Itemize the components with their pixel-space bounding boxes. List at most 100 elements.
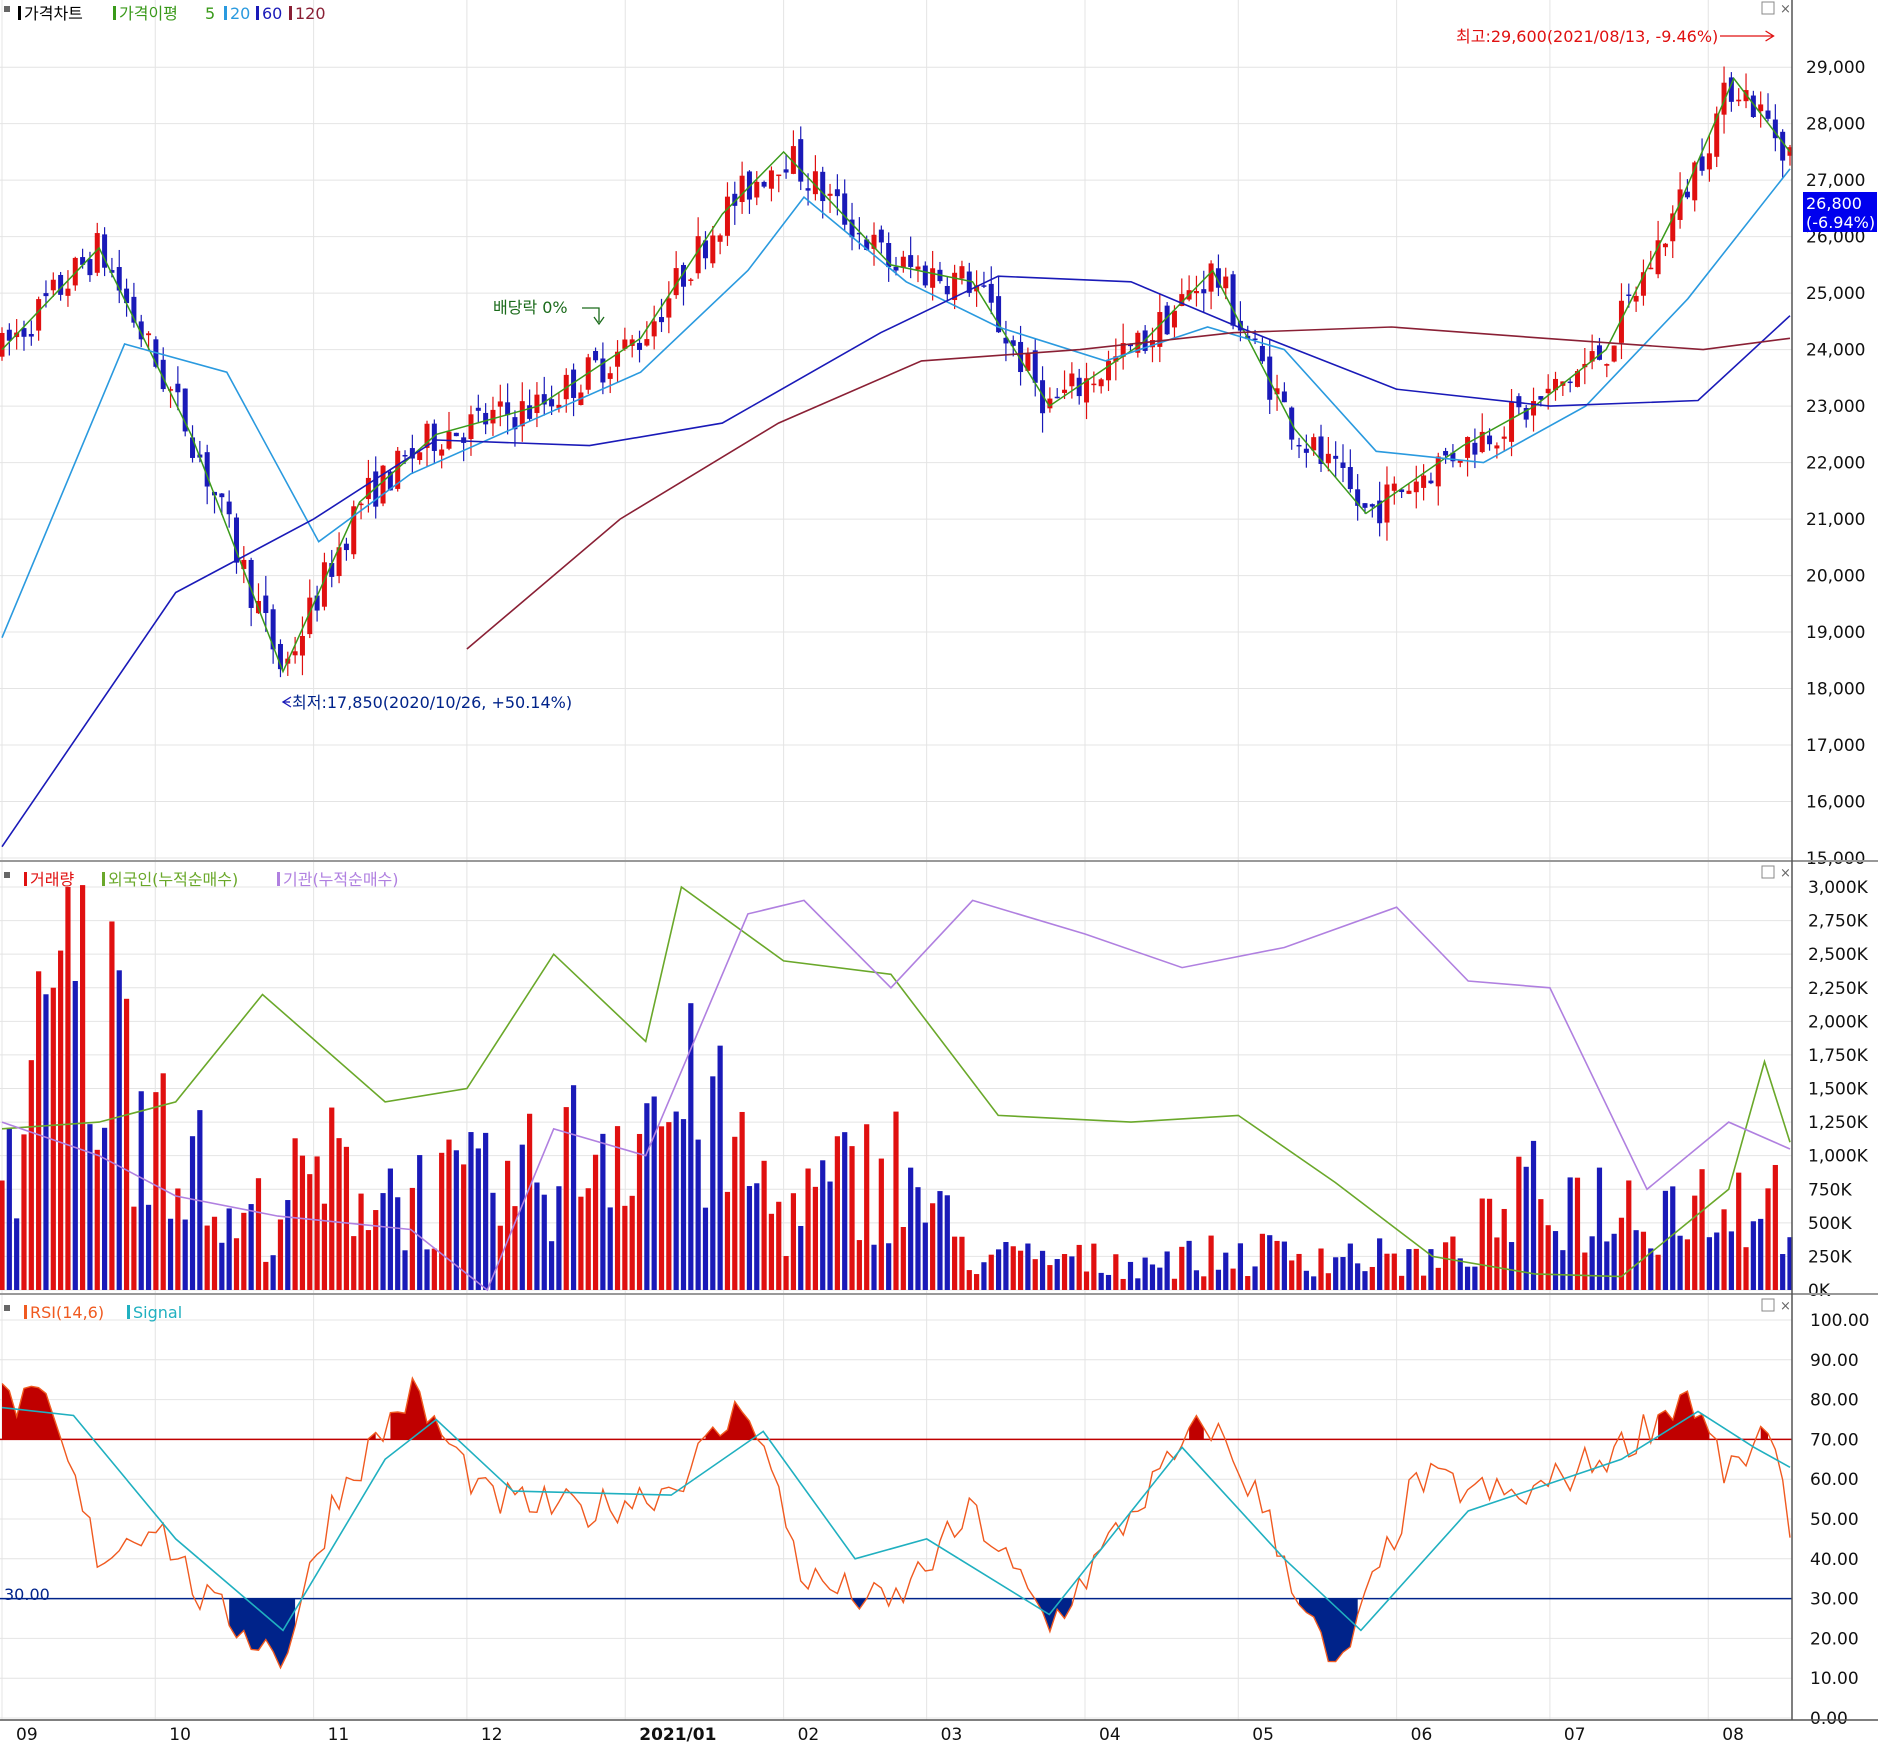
volume-bar [431, 1248, 437, 1290]
volume-bar [570, 1085, 577, 1290]
candle-body [263, 595, 269, 614]
series-marker-icon [289, 6, 292, 20]
candle-body [116, 267, 122, 291]
candle-body [915, 266, 921, 270]
volume-bar [1237, 1243, 1244, 1290]
volume-bar [365, 1230, 371, 1290]
volume-bar [101, 1127, 108, 1290]
volume-bar [211, 1216, 218, 1290]
series-marker-icon [4, 6, 10, 12]
volume-bar [1391, 1253, 1397, 1290]
volume-bar [1054, 1259, 1060, 1290]
volume-bar [519, 1144, 525, 1290]
ma-60-line [1, 275, 1791, 848]
volume-bar [285, 1200, 291, 1290]
candle-body [1259, 345, 1265, 362]
candle-body [146, 333, 152, 336]
volume-bar [724, 1191, 731, 1290]
volume-bar [1655, 1254, 1661, 1290]
volume-bar [1061, 1254, 1068, 1290]
volume-bar [1530, 1140, 1537, 1290]
candle-body [1648, 267, 1654, 270]
candle-body [453, 432, 459, 437]
volume-bar [446, 1139, 452, 1290]
x-tick-label: 03 [941, 1725, 963, 1745]
volume-bar [886, 1243, 892, 1290]
rsi-oversold-fill [1299, 1598, 1358, 1662]
candle-body [1296, 444, 1302, 447]
volume-bar [1120, 1278, 1126, 1290]
volume-bar [351, 1236, 357, 1290]
volume-bar [944, 1195, 950, 1290]
volume-bar [702, 1207, 709, 1290]
series-marker-icon [127, 1305, 130, 1319]
legend-volume: 거래량 [30, 870, 74, 889]
restore-icon[interactable] [1761, 1, 1775, 15]
volume-bar [1318, 1248, 1324, 1290]
volume-bar [966, 1270, 972, 1290]
volume-bar [710, 1076, 716, 1290]
volume-bar [0, 1180, 5, 1290]
volume-bar [695, 1139, 701, 1290]
candle-body [1684, 191, 1690, 198]
series-marker-icon [4, 872, 10, 878]
volume-bar [1435, 1267, 1441, 1290]
series-marker-icon [256, 6, 259, 20]
volume-bar [1377, 1238, 1383, 1290]
close-icon[interactable]: × [1780, 1299, 1791, 1314]
volume-bar [1303, 1270, 1309, 1290]
volume-bar [277, 1219, 284, 1290]
volume-bar [842, 1132, 848, 1290]
volume-bar [292, 1138, 298, 1290]
volume-bar [1135, 1278, 1141, 1290]
candle-body [1509, 402, 1515, 442]
candle-body [1465, 436, 1471, 458]
volume-bar [981, 1262, 987, 1290]
volume-bar [1039, 1250, 1046, 1290]
restore-icon[interactable] [1761, 865, 1775, 879]
volume-bar [820, 1160, 826, 1290]
candle-body [1421, 475, 1427, 488]
volume-bar [1164, 1251, 1170, 1290]
volume-tick-label: 2,750K [1808, 912, 1869, 932]
price-tick-label: 15,000 [1806, 849, 1865, 869]
candle-body [798, 139, 804, 182]
volume-bar [1743, 1247, 1749, 1290]
candle-body [490, 409, 496, 424]
volume-bar [952, 1236, 958, 1290]
candle-body [43, 293, 49, 297]
volume-bar [1721, 1209, 1727, 1290]
volume-bar [167, 1218, 174, 1290]
candle-body [50, 279, 56, 291]
candle-body [783, 169, 789, 173]
volume-tick-label: 1,500K [1808, 1080, 1869, 1100]
candle-body [1208, 263, 1214, 292]
candle-body [1545, 388, 1551, 394]
volume-bar [1208, 1235, 1214, 1290]
price-tick-label: 23,000 [1806, 397, 1865, 417]
close-icon[interactable]: × [1780, 2, 1791, 17]
volume-bar [505, 1160, 511, 1290]
restore-icon[interactable] [1761, 1298, 1775, 1312]
candle-body [739, 175, 745, 203]
volume-bar [1127, 1261, 1134, 1290]
candle-body [1714, 113, 1720, 157]
volume-bar [87, 1124, 93, 1290]
volume-bar [548, 1241, 555, 1290]
volume-bar [1692, 1195, 1698, 1290]
candle-body [893, 266, 899, 271]
volume-bar [1780, 1254, 1786, 1290]
close-icon[interactable]: × [1780, 866, 1791, 881]
candle-body [834, 189, 840, 197]
volume-bar [1252, 1266, 1258, 1290]
candle-body [1091, 383, 1097, 386]
volume-bar [1618, 1217, 1625, 1290]
volume-bar [1281, 1241, 1287, 1290]
x-tick-label: 04 [1099, 1725, 1121, 1745]
volume-bar [1325, 1273, 1331, 1290]
volume-bar [805, 1168, 811, 1290]
candle-body [827, 193, 833, 196]
volume-bar [666, 1122, 672, 1290]
volume-bar [28, 1060, 34, 1290]
candle-body [1369, 504, 1375, 507]
